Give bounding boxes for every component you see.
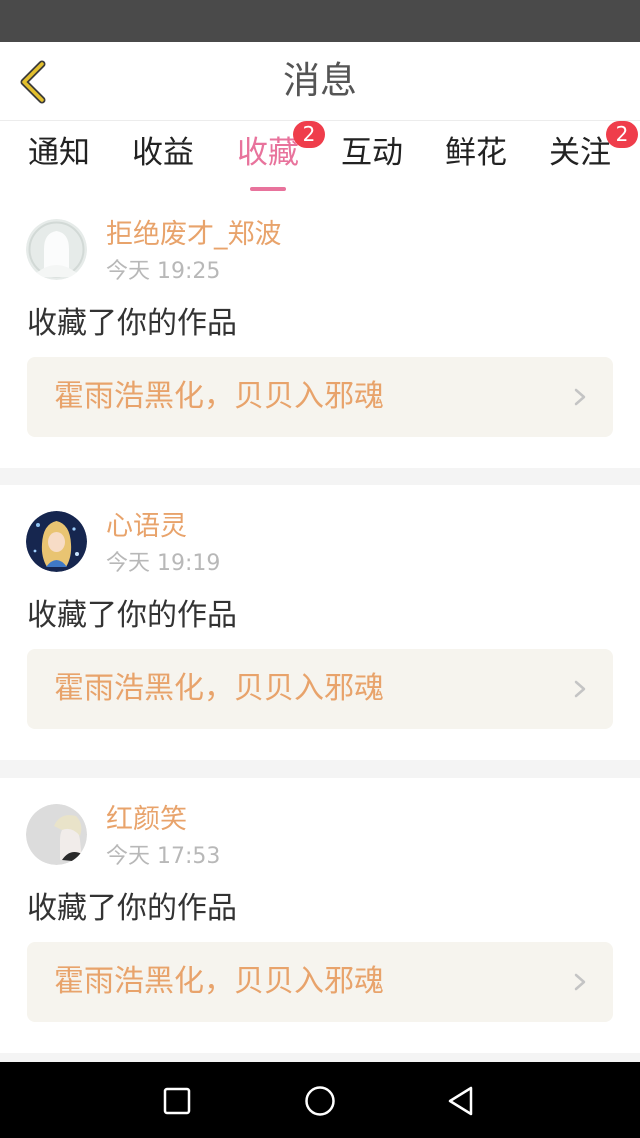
tab-underline — [250, 187, 286, 191]
back-nav-button[interactable] — [441, 1081, 481, 1121]
follows-badge: 2 — [606, 121, 638, 148]
action-text: 收藏了你的作品 — [27, 891, 237, 926]
home-button[interactable] — [300, 1081, 340, 1121]
chevron-right-icon — [574, 680, 586, 698]
user-name[interactable]: 拒绝废才_郑波 — [106, 217, 282, 253]
avatar[interactable] — [26, 511, 87, 572]
tab-label: 收益 — [132, 135, 194, 171]
timestamp: 今天 19:25 — [106, 259, 221, 284]
user-name[interactable]: 红颜笑 — [106, 802, 187, 838]
tab-flowers[interactable]: 鲜花 — [421, 131, 531, 175]
avatar[interactable] — [26, 219, 87, 280]
work-link[interactable]: 霍雨浩黑化，贝贝入邪魂 — [27, 357, 613, 437]
circle-icon — [305, 1086, 335, 1116]
square-icon — [163, 1087, 191, 1115]
tab-label: 收藏 — [237, 135, 299, 171]
page-title: 消息 — [283, 59, 357, 102]
chevron-right-icon — [574, 388, 586, 406]
default-avatar-icon — [26, 219, 87, 280]
message-card: 拒绝废才_郑波 今天 19:25 收藏了你的作品 霍雨浩黑化，贝贝入邪魂 — [0, 193, 640, 468]
work-link[interactable]: 霍雨浩黑化，贝贝入邪魂 — [27, 942, 613, 1022]
work-title: 霍雨浩黑化，贝贝入邪魂 — [54, 379, 384, 414]
tab-interactions[interactable]: 互动 — [317, 131, 427, 175]
tab-label: 鲜花 — [445, 135, 507, 171]
header: 消息 — [0, 42, 640, 121]
tab-label: 互动 — [341, 135, 403, 171]
message-card: 红颜笑 今天 17:53 收藏了你的作品 霍雨浩黑化，贝贝入邪魂 — [0, 778, 640, 1053]
triangle-back-icon — [448, 1086, 473, 1116]
work-title: 霍雨浩黑化，贝贝入邪魂 — [54, 964, 384, 999]
action-text: 收藏了你的作品 — [27, 306, 237, 341]
work-title: 霍雨浩黑化，贝贝入邪魂 — [54, 671, 384, 706]
tab-bar: 通知 收益 收藏 2 互动 鲜花 关注 2 — [0, 121, 640, 193]
anime-man-avatar-icon — [26, 804, 87, 865]
tab-label: 关注 — [549, 135, 611, 171]
status-bar — [0, 0, 640, 42]
tab-follows[interactable]: 关注 2 — [525, 121, 638, 175]
user-name[interactable]: 心语灵 — [106, 509, 187, 545]
tab-notifications[interactable]: 通知 — [4, 131, 114, 175]
tab-label: 通知 — [28, 135, 90, 171]
chevron-right-icon — [574, 973, 586, 991]
anime-girl-avatar-icon — [26, 511, 87, 572]
action-text: 收藏了你的作品 — [27, 598, 237, 633]
work-link[interactable]: 霍雨浩黑化，贝贝入邪魂 — [27, 649, 613, 729]
tab-earnings[interactable]: 收益 — [108, 131, 218, 175]
recent-apps-button[interactable] — [157, 1081, 197, 1121]
timestamp: 今天 17:53 — [106, 844, 221, 869]
message-card: 心语灵 今天 19:19 收藏了你的作品 霍雨浩黑化，贝贝入邪魂 — [0, 485, 640, 760]
navigation-bar — [0, 1062, 640, 1138]
timestamp: 今天 19:19 — [106, 551, 221, 576]
avatar[interactable] — [26, 804, 87, 865]
tab-favorites[interactable]: 收藏 2 — [213, 121, 325, 191]
